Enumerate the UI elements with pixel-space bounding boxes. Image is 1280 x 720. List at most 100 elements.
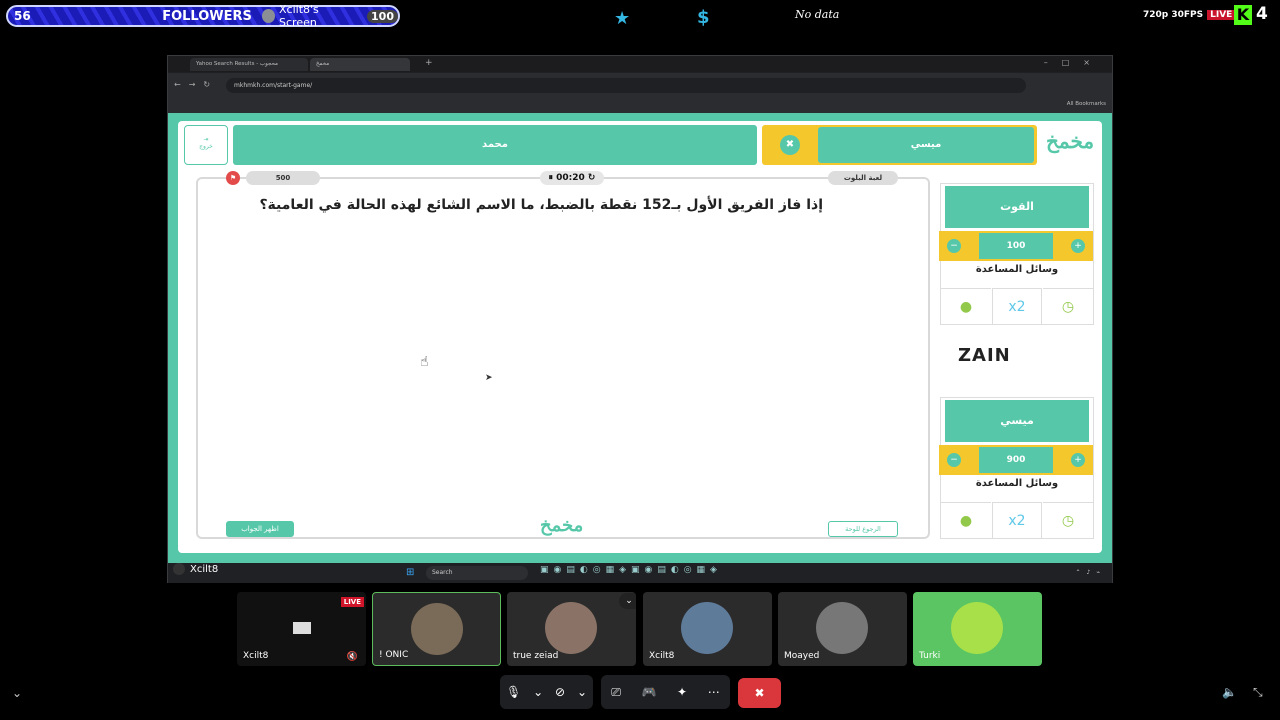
participant-name: Moayed: [784, 651, 820, 661]
score-bar: − 900 +: [939, 445, 1093, 475]
timer[interactable]: ⏸ 00:20 ↻: [540, 171, 604, 185]
chevron-down-icon[interactable]: ⌄ 👥: [619, 593, 636, 609]
minus-icon[interactable]: −: [947, 453, 961, 467]
stream-info: 720p 30FPS LIVE: [1143, 10, 1236, 20]
pause-icon[interactable]: ⏸: [549, 173, 557, 183]
show-answer-button[interactable]: اظهر الجواب: [226, 521, 294, 537]
participant-tile[interactable]: LIVE Xcilt8 🔇: [237, 592, 366, 666]
hand-cursor-icon: ☝: [420, 354, 429, 370]
exit-fullscreen-icon[interactable]: ⤡: [1253, 685, 1263, 700]
avatar: [951, 602, 1003, 654]
mute-icon[interactable]: 🔇: [347, 652, 358, 662]
screen-share-label: Xcilt8's Screen: [261, 3, 355, 29]
microphone-icon[interactable]: 🎙: [506, 685, 521, 699]
aids-label: وسائل المساعدة: [975, 478, 1059, 489]
question-panel: ⚑ 500 ⏸ 00:20 ↻ لعبة البلوت إذا فاز الفر…: [196, 171, 930, 539]
mic-controls: 🎙 ⌄ ⊘ ⌄: [500, 675, 593, 709]
activities-icon[interactable]: 🎮: [642, 685, 657, 699]
avatar: [816, 602, 868, 654]
arrow-cursor-icon: ➤: [485, 373, 493, 383]
exit-icon: ⇥: [203, 136, 209, 143]
team-score: 900: [979, 447, 1053, 473]
followers-bar: 56 FOLLOWERS Xcilt8's Screen 100: [6, 3, 400, 29]
participant-name: ! ONIC: [379, 650, 409, 660]
chevron-down-icon[interactable]: ⌄: [12, 686, 22, 700]
more-icon[interactable]: ⋯: [708, 685, 720, 699]
tab-game[interactable]: مخمخ: [310, 58, 410, 71]
score-bar: − 100 +: [939, 231, 1093, 261]
windows-start-icon[interactable]: ⊞: [406, 567, 414, 578]
game-page: ⇥ خروج محمد ✖ ميسي مخمخ ⚑ 500 ⏸ 00:20 ↻ ل…: [168, 113, 1112, 563]
system-tray-icon[interactable]: ⌃♪⌁: [1076, 569, 1106, 576]
soundboard-icon[interactable]: ✦: [677, 685, 687, 699]
all-bookmarks[interactable]: All Bookmarks: [1067, 101, 1106, 107]
window-controls-icon[interactable]: –□×: [1044, 58, 1104, 67]
category-badge: لعبة البلوت: [828, 171, 898, 185]
url-input[interactable]: mkhmkh.com/start-game/: [226, 78, 1026, 93]
side-team-panel: القوت − 100 + وسائل المساعدة ● x2 ◷: [939, 183, 1094, 325]
avatar: [261, 9, 276, 23]
aids-label: وسائل المساعدة: [975, 264, 1059, 275]
participant-name: true zeiad: [513, 651, 559, 661]
avatar: [681, 602, 733, 654]
timer-value: 00:20: [556, 173, 585, 183]
participant-tile[interactable]: ! ONIC: [372, 592, 501, 666]
windows-taskbar: ⊞ Search ▣◉▤◐◎▦◈▣◉▤◐◎▦◈ ⌃♪⌁: [168, 563, 1112, 583]
taskbar-apps-icon[interactable]: ▣◉▤◐◎▦◈▣◉▤◐◎▦◈: [540, 565, 722, 575]
streamer-watermark: Xcilt8: [173, 563, 218, 575]
taskbar-search[interactable]: Search: [426, 566, 528, 580]
call-friend-icon[interactable]: ●: [941, 288, 991, 324]
minus-icon[interactable]: −: [947, 239, 961, 253]
participant-name: Turki: [919, 651, 941, 661]
side-team-panel: ميسي − 900 + وسائل المساعدة ● x2 ◷: [939, 397, 1094, 539]
new-tab-icon[interactable]: +: [425, 58, 433, 68]
chevron-down-icon[interactable]: ⌄: [577, 685, 587, 699]
double-points-icon[interactable]: x2: [992, 288, 1042, 324]
stream-quality: 720p 30FPS: [1143, 10, 1204, 20]
tab-bar: Yahoo Search Results - محجوب مخمخ + –□×: [168, 56, 1112, 72]
chevron-down-icon[interactable]: ⌄: [533, 685, 543, 699]
nav-arrows-icon[interactable]: ←→↻: [174, 80, 218, 89]
camera-off-icon[interactable]: ⊘: [555, 685, 565, 699]
share-screen-icon[interactable]: ⎚: [611, 685, 621, 700]
double-points-icon[interactable]: x2: [992, 502, 1042, 538]
avatar: [545, 602, 597, 654]
game-board: ⇥ خروج محمد ✖ ميسي مخمخ ⚑ 500 ⏸ 00:20 ↻ ل…: [178, 121, 1102, 553]
call-actions: ⎚ 🎮 ✦ ⋯: [601, 675, 730, 709]
trophy-icon: ✖: [780, 135, 800, 155]
participant-tile[interactable]: Turki: [913, 592, 1042, 666]
goal-count: 100: [367, 9, 398, 23]
call-friend-icon[interactable]: ●: [941, 502, 991, 538]
back-to-board-button[interactable]: الرجوع للوحة: [828, 521, 898, 537]
sponsor-logo: ZAIN: [958, 345, 1011, 366]
participant-tile[interactable]: true zeiad ⌄ 👥: [507, 592, 636, 666]
plus-icon[interactable]: +: [1071, 453, 1085, 467]
timer-aid-icon[interactable]: ◷: [1043, 288, 1093, 324]
tab-yahoo[interactable]: Yahoo Search Results - محجوب: [190, 58, 308, 71]
bookmarks-bar: All Bookmarks: [168, 97, 1112, 113]
participant-name: Xcilt8: [649, 651, 675, 661]
participant-tile[interactable]: Xcilt8: [643, 592, 772, 666]
volume-mute-icon[interactable]: 🔈: [1222, 685, 1237, 699]
star-icon: ★: [614, 8, 631, 29]
flag-icon[interactable]: ⚑: [226, 171, 240, 185]
participant-tile[interactable]: Moayed: [778, 592, 907, 666]
team-left-banner: محمد: [233, 125, 757, 165]
address-bar: ←→↻ mkhmkh.com/start-game/: [168, 73, 1112, 97]
live-badge: LIVE: [1207, 10, 1236, 20]
hang-up-button[interactable]: ✖: [738, 678, 781, 708]
streamer-avatar: [173, 563, 185, 575]
avatar: [411, 603, 463, 655]
shared-screen-window: Yahoo Search Results - محجوب مخمخ + –□× …: [167, 55, 1113, 583]
timer-aid-icon[interactable]: ◷: [1043, 502, 1093, 538]
plus-icon[interactable]: +: [1071, 239, 1085, 253]
side-team-name: القوت: [945, 186, 1089, 228]
points-badge: 500: [246, 171, 320, 185]
dollar-icon: $: [697, 7, 710, 28]
screen-share-text: Xcilt8's Screen: [279, 3, 319, 29]
exit-button[interactable]: ⇥ خروج: [184, 125, 228, 165]
question-text: إذا فاز الفريق الأول بـ152 نقطة بالضبط، …: [259, 197, 823, 213]
screen-share-icon: [293, 622, 311, 634]
team-right-banner: ✖ ميسي: [762, 125, 1037, 165]
reset-icon[interactable]: ↻: [585, 173, 596, 183]
